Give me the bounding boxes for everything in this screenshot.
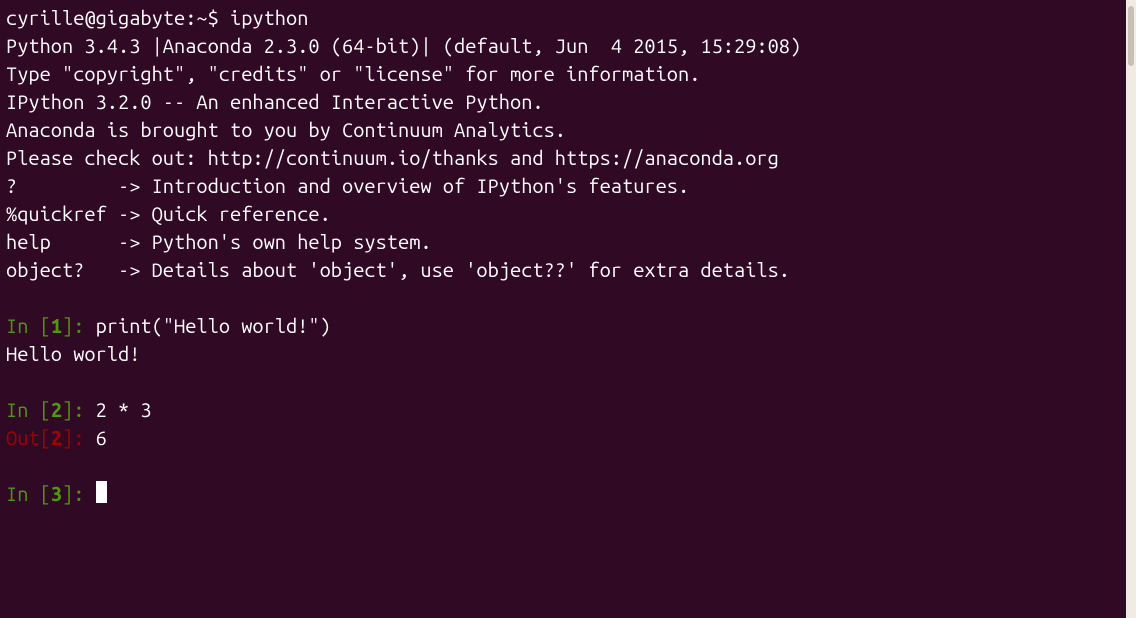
in-prompt-2: In [2]: 2 * 3 — [6, 396, 1118, 424]
in-code: print("Hello world!") — [96, 314, 331, 337]
banner-line: object? -> Details about 'object', use '… — [6, 256, 1118, 284]
in-suffix: ]: — [62, 398, 96, 421]
vertical-scrollbar[interactable] — [1126, 0, 1136, 618]
blank-line — [6, 284, 1118, 312]
cursor-icon — [96, 481, 107, 503]
stdout-output: Hello world! — [6, 340, 1118, 368]
banner-line: Anaconda is brought to you by Continuum … — [6, 116, 1118, 144]
in-code: 2 * 3 — [96, 398, 152, 421]
shell-command: ipython — [230, 6, 308, 29]
blank-line — [6, 368, 1118, 396]
scrollbar-thumb[interactable] — [1128, 6, 1134, 66]
out-number: 2 — [51, 426, 62, 449]
banner-line: IPython 3.2.0 -- An enhanced Interactive… — [6, 88, 1118, 116]
banner-line: Please check out: http://continuum.io/th… — [6, 144, 1118, 172]
banner-line: ? -> Introduction and overview of IPytho… — [6, 172, 1118, 200]
out-suffix: ]: — [62, 426, 96, 449]
blank-line — [6, 452, 1118, 480]
banner-line: Type "copyright", "credits" or "license"… — [6, 60, 1118, 88]
in-prompt-1: In [1]: print("Hello world!") — [6, 312, 1118, 340]
banner-line: help -> Python's own help system. — [6, 228, 1118, 256]
out-prompt-2: Out[2]: 6 — [6, 424, 1118, 452]
in-number: 2 — [51, 398, 62, 421]
shell-prompt-line: cyrille@gigabyte:~$ ipython — [6, 4, 1118, 32]
in-number: 1 — [51, 314, 62, 337]
in-suffix: ]: — [62, 482, 96, 505]
in-prompt-3[interactable]: In [3]: — [6, 480, 1118, 508]
shell-prompt: cyrille@gigabyte:~$ — [6, 6, 230, 29]
in-number: 3 — [51, 482, 62, 505]
in-suffix: ]: — [62, 314, 96, 337]
in-prefix: In [ — [6, 314, 51, 337]
terminal-content[interactable]: cyrille@gigabyte:~$ ipython Python 3.4.3… — [6, 4, 1130, 508]
banner-line: Python 3.4.3 |Anaconda 2.3.0 (64-bit)| (… — [6, 32, 1118, 60]
out-prefix: Out[ — [6, 426, 51, 449]
in-prefix: In [ — [6, 482, 51, 505]
out-result: 6 — [96, 426, 107, 449]
in-prefix: In [ — [6, 398, 51, 421]
banner-line: %quickref -> Quick reference. — [6, 200, 1118, 228]
